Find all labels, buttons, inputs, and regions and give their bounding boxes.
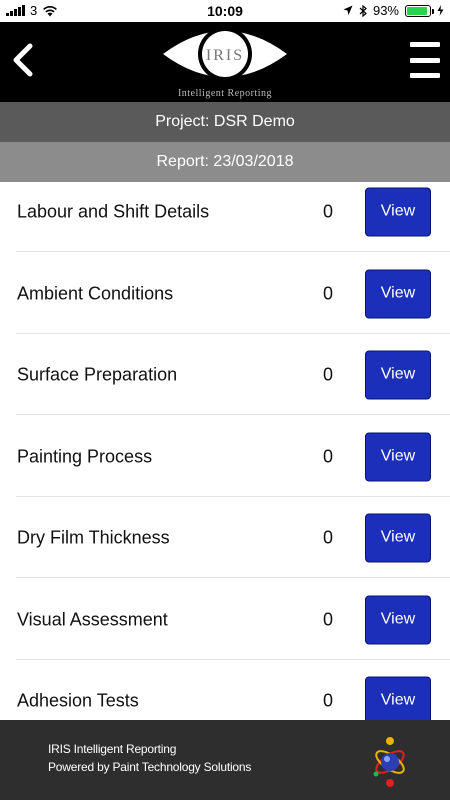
list-item: Painting Process 0 View	[0, 416, 450, 497]
battery-level-fill	[407, 6, 428, 15]
list-item: Visual Assessment 0 View	[0, 579, 450, 660]
footer-app-name: IRIS Intelligent Reporting	[48, 742, 177, 756]
view-button[interactable]: View	[365, 513, 431, 562]
section-label: Visual Assessment	[17, 609, 168, 629]
divider	[16, 414, 450, 415]
logo-subtitle: Intelligent Reporting	[177, 88, 273, 99]
battery-percent: 93%	[372, 3, 399, 18]
menu-button[interactable]	[410, 42, 440, 78]
section-count: 0	[322, 364, 333, 384]
status-bar: 3 10:09 93%	[0, 0, 450, 22]
view-button[interactable]: View	[365, 269, 431, 318]
view-button[interactable]: View	[365, 187, 431, 236]
section-count: 0	[322, 609, 333, 629]
hamburger-line	[410, 57, 440, 63]
section-label: Labour and Shift Details	[17, 201, 210, 221]
section-label: Dry Film Thickness	[17, 527, 170, 547]
iris-logo: IRIS Intelligent Reporting	[160, 24, 290, 102]
view-button[interactable]: View	[365, 595, 431, 644]
hamburger-line	[410, 73, 440, 78]
footer-powered-by: Powered by Paint Technology Solutions	[48, 760, 252, 774]
battery-icon	[405, 4, 434, 17]
section-list: Labour and Shift Details 0 View Ambient …	[0, 182, 450, 720]
view-button[interactable]: View	[365, 350, 431, 399]
charging-icon	[437, 5, 444, 16]
section-count: 0	[322, 283, 333, 303]
list-item: Adhesion Tests 0 View	[0, 660, 450, 720]
section-count: 0	[322, 527, 333, 547]
report-date: Report: 23/03/2018	[0, 142, 450, 182]
view-button[interactable]: View	[365, 432, 431, 481]
section-label: Ambient Conditions	[17, 283, 174, 303]
list-item: Labour and Shift Details 0 View	[0, 182, 450, 252]
section-count: 0	[322, 446, 333, 466]
status-right: 93%	[343, 3, 444, 18]
paint-technology-solutions-logo	[373, 737, 405, 787]
logo-text: IRIS	[206, 47, 244, 64]
section-label: Painting Process	[17, 446, 153, 466]
list-item: Dry Film Thickness 0 View	[0, 497, 450, 578]
list-item: Ambient Conditions 0 View	[0, 253, 450, 334]
project-title: Project: DSR Demo	[0, 102, 450, 142]
section-count: 0	[322, 201, 333, 221]
divider	[16, 251, 450, 252]
eye-logo-icon: IRIS	[163, 27, 287, 81]
list-item: Surface Preparation 0 View	[0, 334, 450, 415]
back-button[interactable]	[8, 40, 38, 80]
bluetooth-icon	[359, 4, 367, 17]
location-icon	[343, 5, 353, 15]
view-button[interactable]: View	[365, 676, 431, 720]
app-footer: IRIS Intelligent Reporting Powered by Pa…	[0, 720, 450, 800]
divider	[16, 577, 450, 578]
section-count: 0	[322, 690, 333, 710]
section-label: Surface Preparation	[17, 364, 178, 384]
section-label: Adhesion Tests	[17, 690, 139, 710]
chevron-left-icon	[13, 43, 33, 77]
hamburger-menu-icon	[410, 42, 440, 47]
app-header: IRIS Intelligent Reporting	[0, 22, 450, 102]
